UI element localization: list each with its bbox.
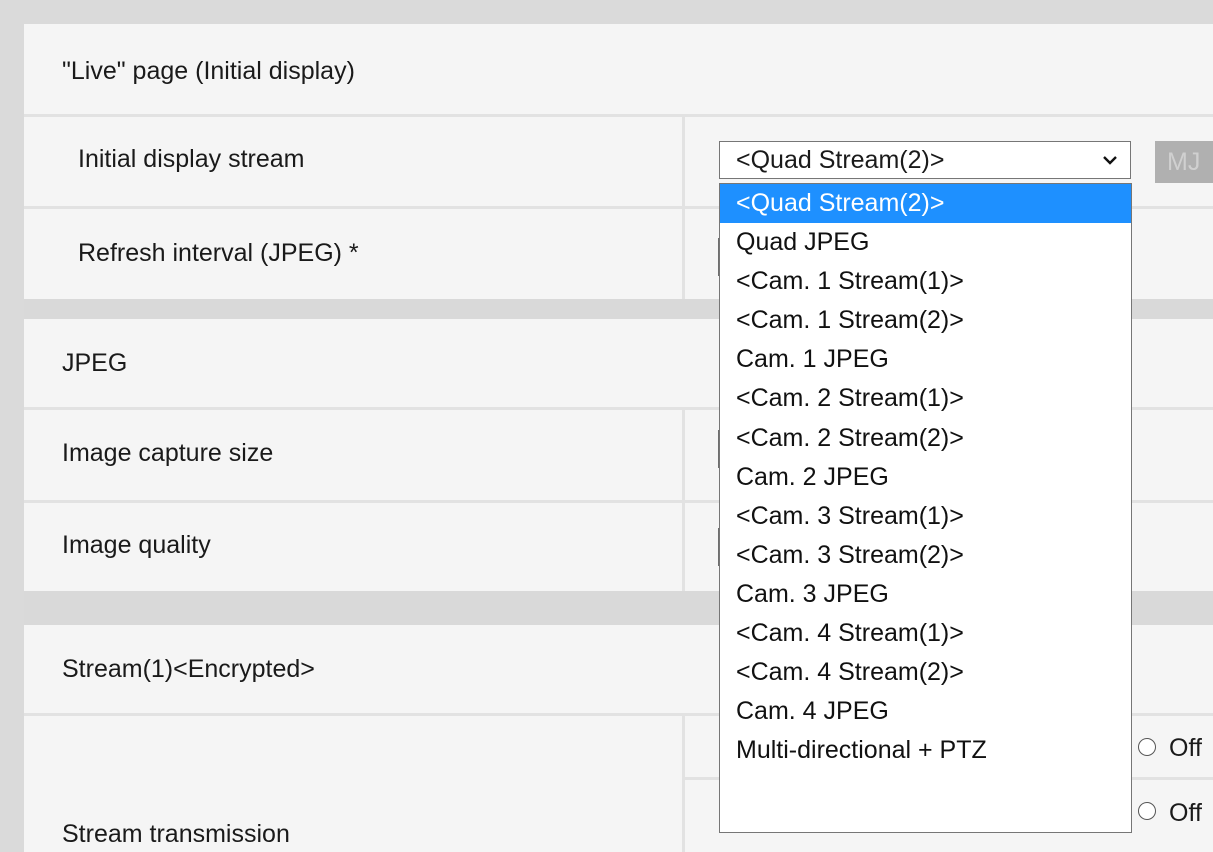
initial-display-stream-label: Initial display stream [78,145,305,173]
image-capture-size-label: Image capture size [62,439,274,467]
column-divider [682,117,685,206]
refresh-interval-label: Refresh interval (JPEG) * [78,239,359,267]
dropdown-option[interactable]: Multi-directional + PTZ [720,731,1131,770]
dropdown-option[interactable]: <Cam. 3 Stream(1)> [720,497,1131,536]
dropdown-option[interactable]: <Quad Stream(2)> [720,184,1131,224]
dropdown-option[interactable]: <Cam. 4 Stream(2)> [720,653,1131,692]
off-label-1: Off [1169,734,1202,762]
stream-dropdown-list[interactable]: <Quad Stream(2)> Quad JPEG <Cam. 1 Strea… [719,183,1132,833]
dropdown-option[interactable]: <Cam. 3 Stream(2)> [720,536,1131,575]
image-quality-label: Image quality [62,531,211,559]
dropdown-option[interactable]: <Cam. 4 Stream(1)> [720,614,1131,653]
off-radio-1[interactable] [1138,738,1156,756]
dropdown-option[interactable]: <Cam. 1 Stream(2)> [720,301,1131,340]
dropdown-option[interactable]: Cam. 2 JPEG [720,458,1131,497]
dropdown-option[interactable]: <Cam. 2 Stream(1)> [720,379,1131,418]
dropdown-option[interactable]: <Cam. 2 Stream(2)> [720,419,1131,458]
live-page-header: "Live" page (Initial display) [24,24,1213,114]
off-radio-2[interactable] [1138,802,1156,820]
dropdown-option[interactable]: Cam. 3 JPEG [720,575,1131,614]
stream1-title: Stream(1)<Encrypted> [62,655,315,683]
mj-button-label: MJ [1167,148,1201,176]
jpeg-title: JPEG [62,349,128,377]
column-divider [682,503,685,591]
dropdown-option[interactable]: Cam. 4 JPEG [720,692,1131,731]
column-divider [682,410,685,500]
initial-display-stream-select[interactable]: <Quad Stream(2)> [719,141,1131,179]
chevron-down-icon [1103,156,1117,165]
dropdown-option[interactable]: Cam. 1 JPEG [720,340,1131,379]
dropdown-option[interactable]: Quad JPEG [720,223,1131,262]
stream-transmission-label: Stream transmission [62,820,290,848]
column-divider [682,716,685,852]
dropdown-option[interactable]: <Cam. 1 Stream(1)> [720,262,1131,301]
column-divider [682,209,685,299]
live-page-title: "Live" page (Initial display) [62,57,355,85]
mj-button[interactable]: MJ [1155,141,1213,183]
off-label-2: Off [1169,799,1202,827]
select-value: <Quad Stream(2)> [736,146,945,174]
